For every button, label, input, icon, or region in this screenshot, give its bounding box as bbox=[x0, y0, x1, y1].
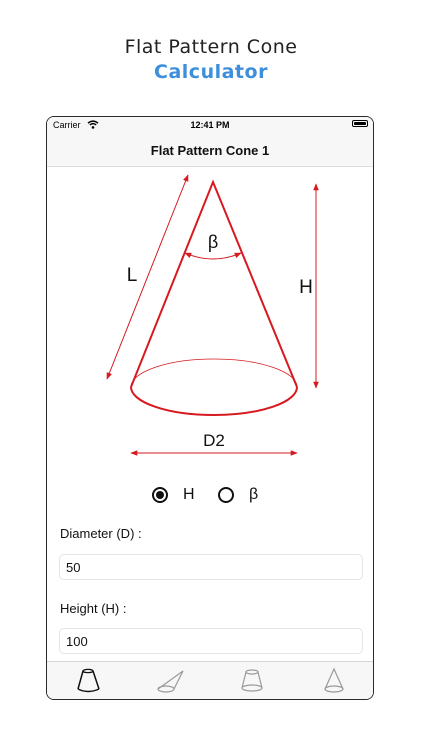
radio-height[interactable]: H bbox=[152, 486, 195, 504]
tab-bar bbox=[47, 661, 373, 699]
clock: 12:41 PM bbox=[190, 120, 230, 130]
promo-subtitle: Calculator bbox=[154, 61, 268, 83]
navigation-bar: Flat Pattern Cone 1 bbox=[47, 135, 373, 167]
radio-beta-circle[interactable] bbox=[218, 487, 234, 503]
beta-label: β bbox=[208, 232, 218, 252]
radio-beta[interactable]: β bbox=[218, 486, 258, 504]
radio-height-circle[interactable] bbox=[152, 487, 168, 503]
cone-base-back bbox=[130, 358, 298, 388]
cone-tab-icon[interactable] bbox=[319, 667, 349, 695]
beta-angle-arc bbox=[184, 252, 242, 260]
height-input[interactable] bbox=[59, 628, 363, 654]
diameter-input[interactable] bbox=[59, 554, 363, 580]
diameter-field-label: Diameter (D) : bbox=[60, 526, 142, 541]
battery-icon bbox=[352, 120, 368, 127]
status-bar: Carrier 12:41 PM bbox=[47, 117, 373, 135]
phone-screen: Carrier 12:41 PM Flat Pattern Cone 1 β L bbox=[46, 116, 374, 700]
promo-title: Flat Pattern Cone bbox=[124, 36, 298, 58]
radio-selected-dot bbox=[156, 491, 164, 499]
oblique-cone-tab-icon[interactable] bbox=[155, 667, 185, 695]
mode-selector: H β bbox=[47, 486, 373, 510]
frustum-tab-icon[interactable] bbox=[237, 667, 267, 695]
height-label: H bbox=[299, 277, 313, 298]
truncated-cone-tab-icon[interactable] bbox=[74, 667, 104, 695]
radio-height-label: H bbox=[183, 486, 195, 503]
cone-diagram: β L H D2 bbox=[106, 174, 319, 456]
nav-title: Flat Pattern Cone 1 bbox=[150, 143, 270, 158]
cone-outline bbox=[130, 179, 298, 388]
diameter-label: D2 bbox=[203, 431, 225, 450]
height-field-label: Height (H) : bbox=[60, 601, 127, 616]
cone-base-front bbox=[130, 386, 298, 416]
radio-beta-label: β bbox=[249, 486, 259, 503]
slant-length-label: L bbox=[127, 265, 138, 286]
